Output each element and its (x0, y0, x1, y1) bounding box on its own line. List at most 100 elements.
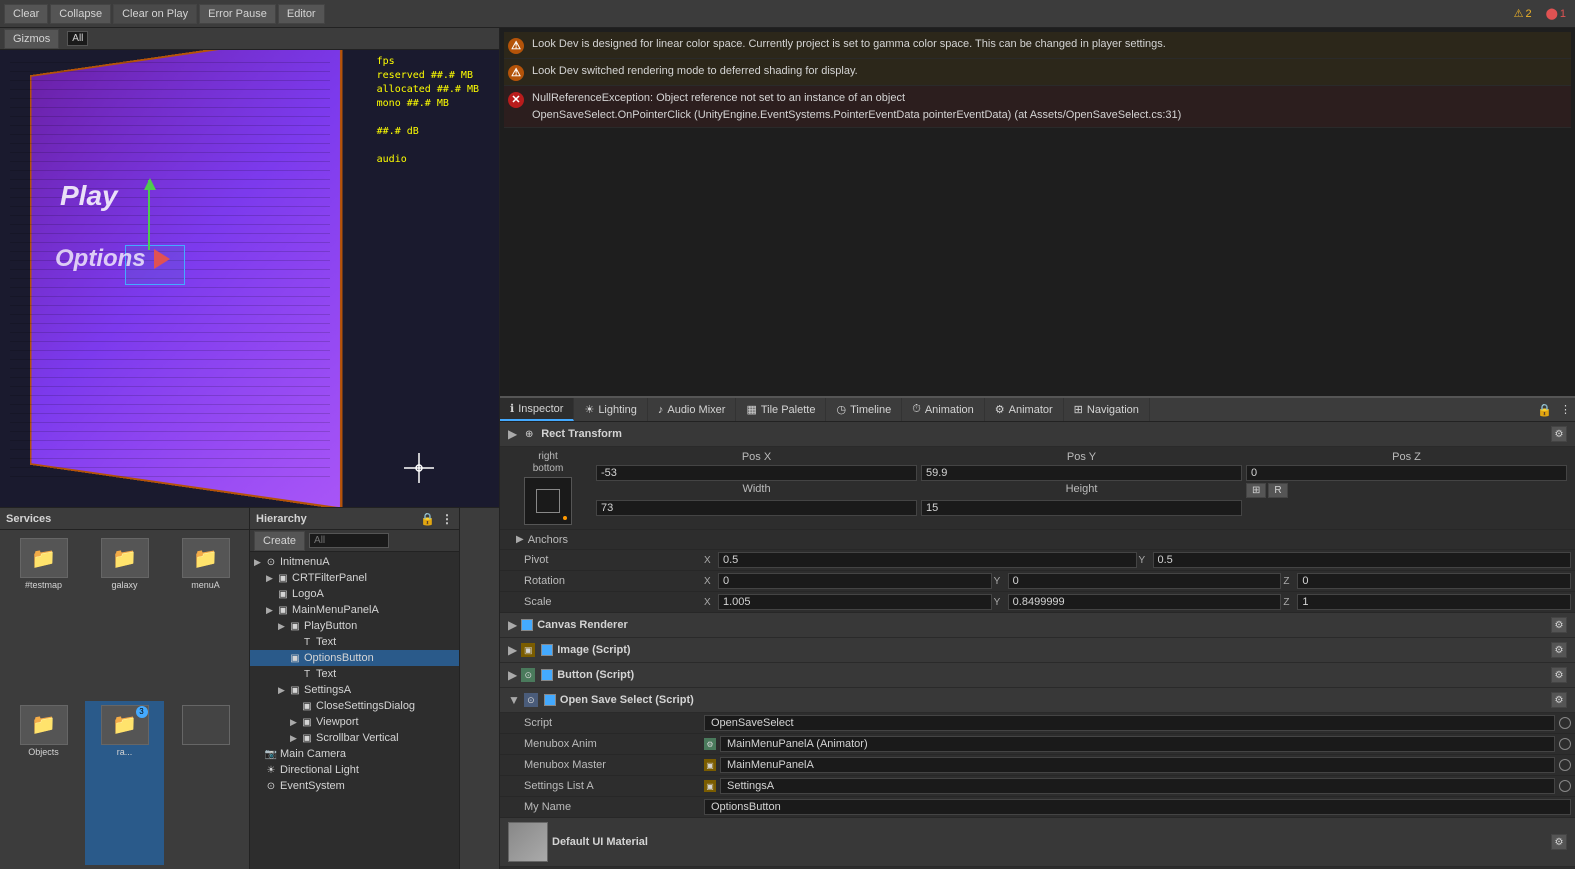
scene-search[interactable]: All (67, 31, 88, 46)
project-item[interactable]: 📁 menuA (166, 534, 245, 699)
hierarchy-search[interactable] (309, 533, 389, 548)
tree-item-text-options[interactable]: ▶TText (250, 666, 459, 682)
tab-audio-mixer[interactable]: ♪ Audio Mixer (648, 398, 737, 421)
tree-item-mainmenu[interactable]: ▶▣MainMenuPanelA (250, 602, 459, 618)
menubox-anim-value: MainMenuPanelA (Animator) (720, 736, 1555, 752)
pivot-label: Pivot (500, 552, 700, 568)
project-item-selected[interactable]: 📁3 ra... (85, 701, 164, 866)
collapse-button[interactable]: Collapse (50, 4, 111, 24)
inspector-panel: ℹ Inspector ☀ Lighting ♪ Audio Mixer ▦ T… (500, 398, 1575, 869)
rot-z-input[interactable] (1297, 573, 1571, 589)
material-settings-btn[interactable]: ⚙ (1551, 834, 1567, 850)
rt-left: rightbottom (508, 451, 588, 525)
project-item[interactable] (166, 701, 245, 866)
animator-tab-icon: ⚙ (995, 403, 1005, 416)
cr-checkbox[interactable] (521, 619, 533, 631)
tree-label: CRTFilterPanel (292, 572, 367, 584)
tree-item-initmenu[interactable]: ▶⊙InitmenuA (250, 554, 459, 570)
tab-animator[interactable]: ⚙ Animator (985, 398, 1064, 421)
tree-item-playbutton[interactable]: ▶▣PlayButton (250, 618, 459, 634)
tree-item-scrollbar[interactable]: ▶▣Scrollbar Vertical (250, 730, 459, 746)
tree-label: OptionsButton (304, 652, 374, 664)
clear-on-play-button[interactable]: Clear on Play (113, 4, 197, 24)
width-input[interactable] (596, 500, 917, 516)
anchors-row[interactable]: ▶ Anchors (500, 530, 1575, 550)
img-checkbox[interactable] (541, 644, 553, 656)
width-label: Width (596, 483, 917, 498)
pivot-x-input[interactable] (718, 552, 1137, 568)
console-text-3: NullReferenceException: Object reference… (532, 90, 1181, 123)
project-item[interactable]: 📁 #testmap (4, 534, 83, 699)
pos-x-input[interactable] (596, 465, 917, 481)
rect-icon-btn[interactable]: ⊞ (1246, 483, 1266, 498)
pos-z-input[interactable] (1246, 465, 1567, 481)
master-circle-btn[interactable] (1559, 759, 1571, 771)
tree-item-text-play[interactable]: ▶TText (250, 634, 459, 650)
tree-item-closesettings[interactable]: ▶▣CloseSettingsDialog (250, 698, 459, 714)
tree-label: Viewport (316, 716, 359, 728)
tab-inspector[interactable]: ℹ Inspector (500, 398, 574, 421)
services-tab[interactable]: Services (0, 508, 249, 530)
tree-item-crtfilter[interactable]: ▶▣CRTFilterPanel (250, 570, 459, 586)
project-item[interactable]: 📁 Objects (4, 701, 83, 866)
image-script-header[interactable]: ▶ ▣ Image (Script) ⚙ (500, 638, 1575, 663)
pivot-y-input[interactable] (1153, 552, 1572, 568)
material-header[interactable]: Default UI Material ⚙ (500, 818, 1575, 867)
console-message-warn-2[interactable]: ⚠ Look Dev switched rendering mode to de… (504, 59, 1571, 86)
clear-button[interactable]: Clear (4, 4, 48, 24)
scale-x-input[interactable] (718, 594, 992, 610)
tree-item-eventsystem[interactable]: ▶⊙EventSystem (250, 778, 459, 794)
tree-item-dirlight[interactable]: ▶☀Directional Light (250, 762, 459, 778)
tab-timeline[interactable]: ◷ Timeline (826, 398, 902, 421)
lock-icon[interactable]: 🔒 (420, 512, 435, 526)
console-message-warn-1[interactable]: ⚠ Look Dev is designed for linear color … (504, 32, 1571, 59)
tree-item-maincamera[interactable]: ▶📷Main Camera (250, 746, 459, 762)
scene-content[interactable]: Play Options fpsreserved ##.# MBallocate… (0, 50, 499, 508)
tab-animation[interactable]: ⏱ Animation (902, 398, 985, 421)
editor-dropdown-button[interactable]: Editor (278, 4, 325, 24)
anim-circle-btn[interactable] (1559, 738, 1571, 750)
console-message-err-1[interactable]: ✕ NullReferenceException: Object referen… (504, 86, 1571, 128)
gizmos-button[interactable]: Gizmos (4, 29, 59, 49)
rot-x-input[interactable] (718, 573, 992, 589)
tree-item-viewport[interactable]: ▶▣Viewport (250, 714, 459, 730)
three-dot-icon[interactable]: ⋮ (441, 512, 453, 526)
create-button[interactable]: Create (254, 531, 305, 551)
open-save-select-header[interactable]: ▼ ⊙ Open Save Select (Script) ⚙ (500, 688, 1575, 713)
tab-tile-palette[interactable]: ▦ Tile Palette (736, 398, 826, 421)
project-item[interactable]: 📁 galaxy (85, 534, 164, 699)
rect-transform-header[interactable]: ▶ ⊕ Rect Transform ⚙ (500, 422, 1575, 447)
rot-y-input[interactable] (1008, 573, 1282, 589)
error-pause-button[interactable]: Error Pause (199, 4, 276, 24)
warn-icon-1: ⚠ (508, 38, 524, 54)
r-button[interactable]: R (1268, 483, 1287, 498)
scale-z-input[interactable] (1297, 594, 1571, 610)
anchor-widget[interactable] (524, 477, 572, 525)
script-circle-btn[interactable] (1559, 717, 1571, 729)
my-name-label: My Name (500, 799, 700, 815)
inspector-lock-icon[interactable]: 🔒 (1537, 403, 1552, 417)
scale-y-input[interactable] (1008, 594, 1282, 610)
cr-settings-btn[interactable]: ⚙ (1551, 617, 1567, 633)
tab-navigation[interactable]: ⊞ Navigation (1064, 398, 1150, 421)
tab-lighting[interactable]: ☀ Lighting (574, 398, 647, 421)
img-settings-btn[interactable]: ⚙ (1551, 642, 1567, 658)
pos-y-input[interactable] (921, 465, 1242, 481)
tree-item-logoa[interactable]: ▶▣LogoA (250, 586, 459, 602)
services-label: Services (6, 513, 51, 525)
height-input[interactable] (921, 500, 1242, 516)
settings-circle-btn[interactable] (1559, 780, 1571, 792)
tree-item-optionsbutton[interactable]: ▶▣OptionsButton (250, 650, 459, 666)
hierarchy-toolbar: Create (250, 530, 459, 552)
tree-item-settingsa[interactable]: ▶▣SettingsA (250, 682, 459, 698)
oss-settings-btn[interactable]: ⚙ (1551, 692, 1567, 708)
btn-checkbox[interactable] (541, 669, 553, 681)
inspector-menu-icon[interactable]: ⋮ (1560, 403, 1571, 416)
canvas-renderer-header[interactable]: ▶ Canvas Renderer ⚙ (500, 613, 1575, 638)
btn-settings-btn[interactable]: ⚙ (1551, 667, 1567, 683)
button-script-header[interactable]: ▶ ⊙ Button (Script) ⚙ (500, 663, 1575, 688)
oss-checkbox[interactable] (544, 694, 556, 706)
folder-icon-badge: 📁3 (101, 705, 149, 745)
rt-settings-btn[interactable]: ⚙ (1551, 426, 1567, 442)
scale-x-label: X (704, 597, 716, 608)
